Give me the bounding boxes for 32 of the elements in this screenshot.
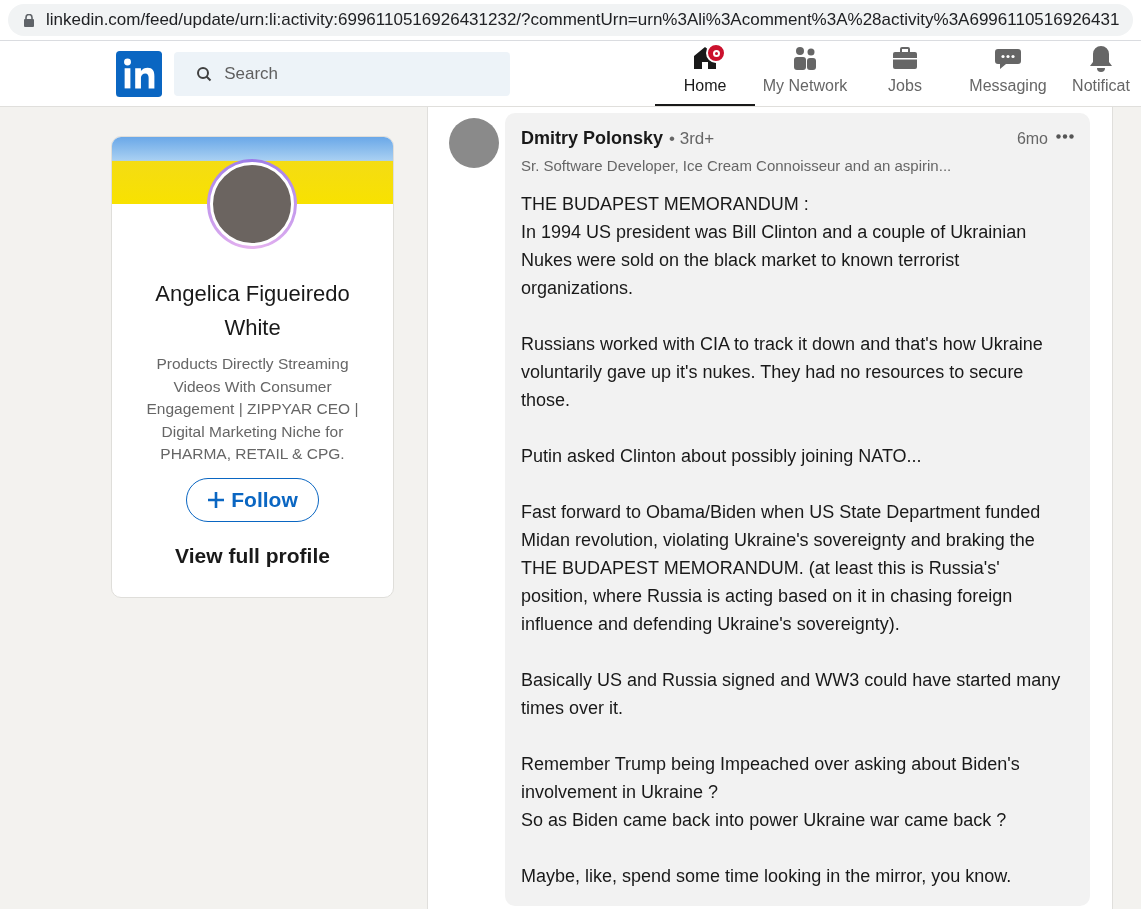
search-icon [196, 65, 213, 82]
author-name[interactable]: Dmitry Polonsky [521, 125, 664, 152]
more-options-icon[interactable] [1056, 134, 1074, 139]
briefcase-icon [891, 44, 919, 72]
view-profile-link[interactable]: View full profile [175, 539, 330, 571]
linkedin-logo[interactable] [116, 49, 163, 98]
avatar[interactable] [449, 118, 499, 168]
plus-icon [207, 490, 226, 509]
comment-text: Putin asked Clinton about possibly joining NATO... [521, 444, 923, 468]
comment-time: 6mo [1016, 129, 1048, 149]
nav-network-tab[interactable]: My Network [755, 41, 855, 106]
address-bar[interactable]: linkedin.com/feed/update/urn:li:activity:6996110516926431232/?commentUrn=urn%3Ali%3Acomment%3A%28activity%3A6996110516926431 [8, 4, 1133, 36]
bell-icon [1087, 44, 1115, 72]
comment-text: In 1994 US president was Bill Clinton and a couple of Ukrainian Nukes were sold on the black market to known terrorist organizations. [521, 220, 1028, 300]
comment-text: Maybe, like, spend some time looking in the mirror, you know. [521, 864, 1013, 888]
url-text: linkedin.com/feed/update/urn:li:activity:6996110516926431232/?commentUrn=urn%3Ali%3Acomment%3A%28activity%3A6996110516926431 [46, 9, 1120, 32]
nav-notifications-tab[interactable]: Notificat [1061, 41, 1141, 106]
connection-degree: • 3rd+ [669, 128, 715, 150]
comment-text: Russians worked with CIA to track it down and that's how Ukraine voluntarily gave up it's nukes. They had no resources to secure those. [521, 332, 1044, 412]
profile-name[interactable]: Angelica Figueiredo White [142, 277, 363, 345]
people-icon [791, 44, 819, 72]
comment-text: Fast forward to Obama/Biden when US State Department funded Midan revolution, violating Ukraine's sovereignty and braking the THE BUDAPEST MEMORANDUM. (at least this is Russia's' position, where Russia is acting based on it in chasing foreign influence and defending Ukraine's sovereignty). [521, 500, 1042, 636]
comment-text: Remember Trump being Impeached over asking about Biden's involvement in Ukraine ? [521, 752, 1021, 804]
comment-text: So as Biden came back into power Ukraine war came back ? [521, 808, 1008, 832]
author-headline: Sr. Software Developer, Ice Cream Connoisseur and an aspirin... [521, 156, 953, 176]
comment-text: THE BUDAPEST MEMORANDUM : [521, 192, 810, 216]
comment-text: Basically US and Russia signed and WW3 could have started many times over it. [521, 668, 1062, 720]
search-field[interactable]: Search [174, 51, 510, 96]
profile-headline: Products Directly Streaming Videos With Consumer Engagement | ZIPPYAR CEO | Digital Marketing Niche for PHARMA, RETAIL & CPG. [145, 354, 360, 464]
nav-messaging-tab[interactable]: Messaging [955, 41, 1061, 106]
lock-icon [24, 13, 34, 27]
nav-jobs-tab[interactable]: Jobs [855, 41, 955, 106]
